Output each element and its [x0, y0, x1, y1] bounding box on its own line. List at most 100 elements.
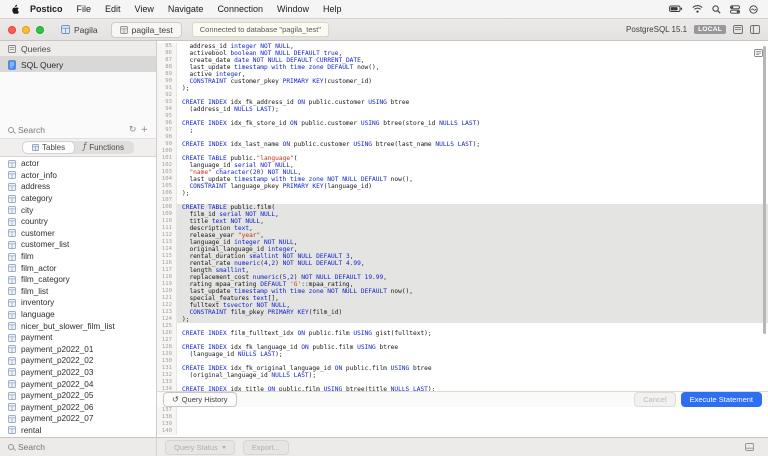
code-line[interactable]: 98	[157, 134, 768, 141]
minimize-window-button[interactable]	[22, 25, 30, 34]
table-list-item[interactable]: film_actor	[0, 262, 156, 274]
menu-item[interactable]: Connection	[210, 0, 270, 19]
table-filter-input[interactable]	[18, 442, 98, 452]
table-list-item[interactable]: country	[0, 216, 156, 228]
table-list-item[interactable]: language	[0, 309, 156, 321]
query-history-button[interactable]: ↺ Query History	[163, 392, 237, 407]
code-line[interactable]: 118 replacement_cost numeric(5,2) NOT NU…	[157, 274, 768, 281]
table-list-item[interactable]: payment_p2022_06	[0, 401, 156, 413]
search-icon[interactable]	[712, 4, 721, 14]
menu-item[interactable]: Window	[270, 0, 316, 19]
code-line[interactable]: 108 CREATE TABLE public.film(	[157, 204, 768, 211]
code-line[interactable]: 100	[157, 148, 768, 155]
code-line[interactable]: 127	[157, 337, 768, 344]
code-line[interactable]: 111 description text,	[157, 225, 768, 232]
code-line[interactable]: 96 CREATE INDEX idx_fk_store_id ON publi…	[157, 120, 768, 127]
table-list-item[interactable]: customer	[0, 228, 156, 240]
table-list-item[interactable]: inventory	[0, 297, 156, 309]
code-line[interactable]: 114 original_language_id integer,	[157, 246, 768, 253]
table-list-item[interactable]: actor_info	[0, 170, 156, 182]
code-line[interactable]: 107	[157, 197, 768, 204]
code-line[interactable]: 105 CONSTRAINT language_pkey PRIMARY KEY…	[157, 183, 768, 190]
code-line[interactable]: 122 fulltext tsvector NOT NULL,	[157, 302, 768, 309]
code-line[interactable]: 117 length smallint,	[157, 267, 768, 274]
table-list-item[interactable]: payment_p2022_04	[0, 378, 156, 390]
code-line[interactable]: 104 last_update timestamp with time zone…	[157, 176, 768, 183]
table-list-item[interactable]: nicer_but_slower_film_list	[0, 320, 156, 332]
editor-list-icon[interactable]	[754, 44, 763, 62]
editor-scrollbar[interactable]	[763, 46, 766, 334]
code-line[interactable]: 90 CONSTRAINT customer_pkey PRIMARY KEY(…	[157, 78, 768, 85]
battery-icon[interactable]	[669, 5, 683, 13]
menu-item[interactable]: File	[70, 0, 99, 19]
add-query-icon[interactable]: +	[140, 125, 148, 135]
table-list-item[interactable]: rental	[0, 425, 156, 437]
code-line[interactable]: 110 title text NOT NULL,	[157, 218, 768, 225]
siri-icon[interactable]	[749, 4, 758, 14]
code-line[interactable]: 130	[157, 358, 768, 365]
panel-toggle-icon[interactable]	[733, 25, 743, 34]
close-window-button[interactable]	[8, 25, 16, 34]
wifi-icon[interactable]	[692, 5, 703, 13]
code-line[interactable]: 121 special_features text[],	[157, 295, 768, 302]
menu-item[interactable]: Postico	[23, 0, 70, 19]
table-list-item[interactable]: payment_p2022_05	[0, 390, 156, 402]
code-line[interactable]: 129 (language_id NULLS LAST);	[157, 351, 768, 358]
code-line[interactable]: 124 );	[157, 316, 768, 323]
menu-item[interactable]: Navigate	[161, 0, 211, 19]
sidebar-item-sql-query[interactable]: SQL Query	[0, 57, 156, 72]
code-line[interactable]: 123 CONSTRAINT film_pkey PRIMARY KEY(fil…	[157, 309, 768, 316]
code-line[interactable]: 128 CREATE INDEX idx_fk_language_id ON p…	[157, 344, 768, 351]
table-list-item[interactable]: customer_list	[0, 239, 156, 251]
code-line[interactable]: 125	[157, 323, 768, 330]
menu-item[interactable]: View	[128, 0, 161, 19]
code-line[interactable]: 131 CREATE INDEX idx_fk_original_languag…	[157, 365, 768, 372]
refresh-icon[interactable]: ↻	[129, 125, 137, 135]
code-line[interactable]: 132 (original_language_id NULLS LAST);	[157, 372, 768, 379]
query-status-button[interactable]: Query Status	[165, 439, 235, 455]
sql-editor[interactable]: 85 address_id integer NOT NULL, 86 activ…	[157, 41, 768, 437]
code-line[interactable]: 88 last_update timestamp with time zone …	[157, 64, 768, 71]
code-line[interactable]: 92	[157, 92, 768, 99]
tab-functions[interactable]: ƒ Functions	[74, 142, 133, 153]
code-line[interactable]: 97 ;	[157, 127, 768, 134]
code-line[interactable]: 116 rental_rate numeric(4,2) NOT NULL DE…	[157, 260, 768, 267]
tab-pagila-test[interactable]: pagila_test	[110, 21, 182, 38]
apple-menu-icon[interactable]	[10, 4, 19, 15]
code-line[interactable]: 85 address_id integer NOT NULL,	[157, 43, 768, 50]
sidebar-toggle-icon[interactable]	[750, 25, 760, 34]
table-list-item[interactable]: film	[0, 251, 156, 263]
query-search-input[interactable]	[18, 125, 98, 135]
code-line[interactable]: 101 CREATE TABLE public."language"(	[157, 155, 768, 162]
code-line[interactable]: 137	[157, 407, 768, 414]
code-line[interactable]: 94 (address_id NULLS LAST);	[157, 106, 768, 113]
code-line[interactable]: 91 );	[157, 85, 768, 92]
code-line[interactable]: 115 rental_duration smallint NOT NULL DE…	[157, 253, 768, 260]
cancel-button[interactable]: Cancel	[634, 392, 676, 407]
code-line[interactable]: 139	[157, 421, 768, 428]
code-line[interactable]: 113 language_id integer NOT NULL,	[157, 239, 768, 246]
control-center-icon[interactable]	[730, 4, 740, 14]
code-line[interactable]: 95	[157, 113, 768, 120]
database-nav-button[interactable]: Pagila	[56, 23, 103, 37]
table-list-item[interactable]: payment	[0, 332, 156, 344]
code-line[interactable]: 89 active integer,	[157, 71, 768, 78]
code-line[interactable]: 109 film_id serial NOT NULL,	[157, 211, 768, 218]
code-line[interactable]: 140	[157, 428, 768, 435]
code-line[interactable]: 106 );	[157, 190, 768, 197]
code-line[interactable]: 102 language_id serial NOT NULL,	[157, 162, 768, 169]
menu-item[interactable]: Edit	[98, 0, 128, 19]
table-list-item[interactable]: city	[0, 204, 156, 216]
table-list-item[interactable]: payment_p2022_02	[0, 355, 156, 367]
code-line[interactable]: 99 CREATE INDEX idx_last_name ON public.…	[157, 141, 768, 148]
code-line[interactable]: 138	[157, 414, 768, 421]
code-line[interactable]: 93 CREATE INDEX idx_fk_address_id ON pub…	[157, 99, 768, 106]
tab-tables[interactable]: Tables	[23, 142, 75, 153]
code-line[interactable]: 103 "name" character(20) NOT NULL,	[157, 169, 768, 176]
code-line[interactable]: 86 activebool boolean NOT NULL DEFAULT t…	[157, 50, 768, 57]
zoom-window-button[interactable]	[36, 25, 44, 34]
code-line[interactable]: 126 CREATE INDEX film_fulltext_idx ON pu…	[157, 330, 768, 337]
table-list-item[interactable]: payment_p2022_07	[0, 413, 156, 425]
export-button[interactable]: Export...	[242, 439, 289, 455]
table-list-item[interactable]: actor	[0, 158, 156, 170]
